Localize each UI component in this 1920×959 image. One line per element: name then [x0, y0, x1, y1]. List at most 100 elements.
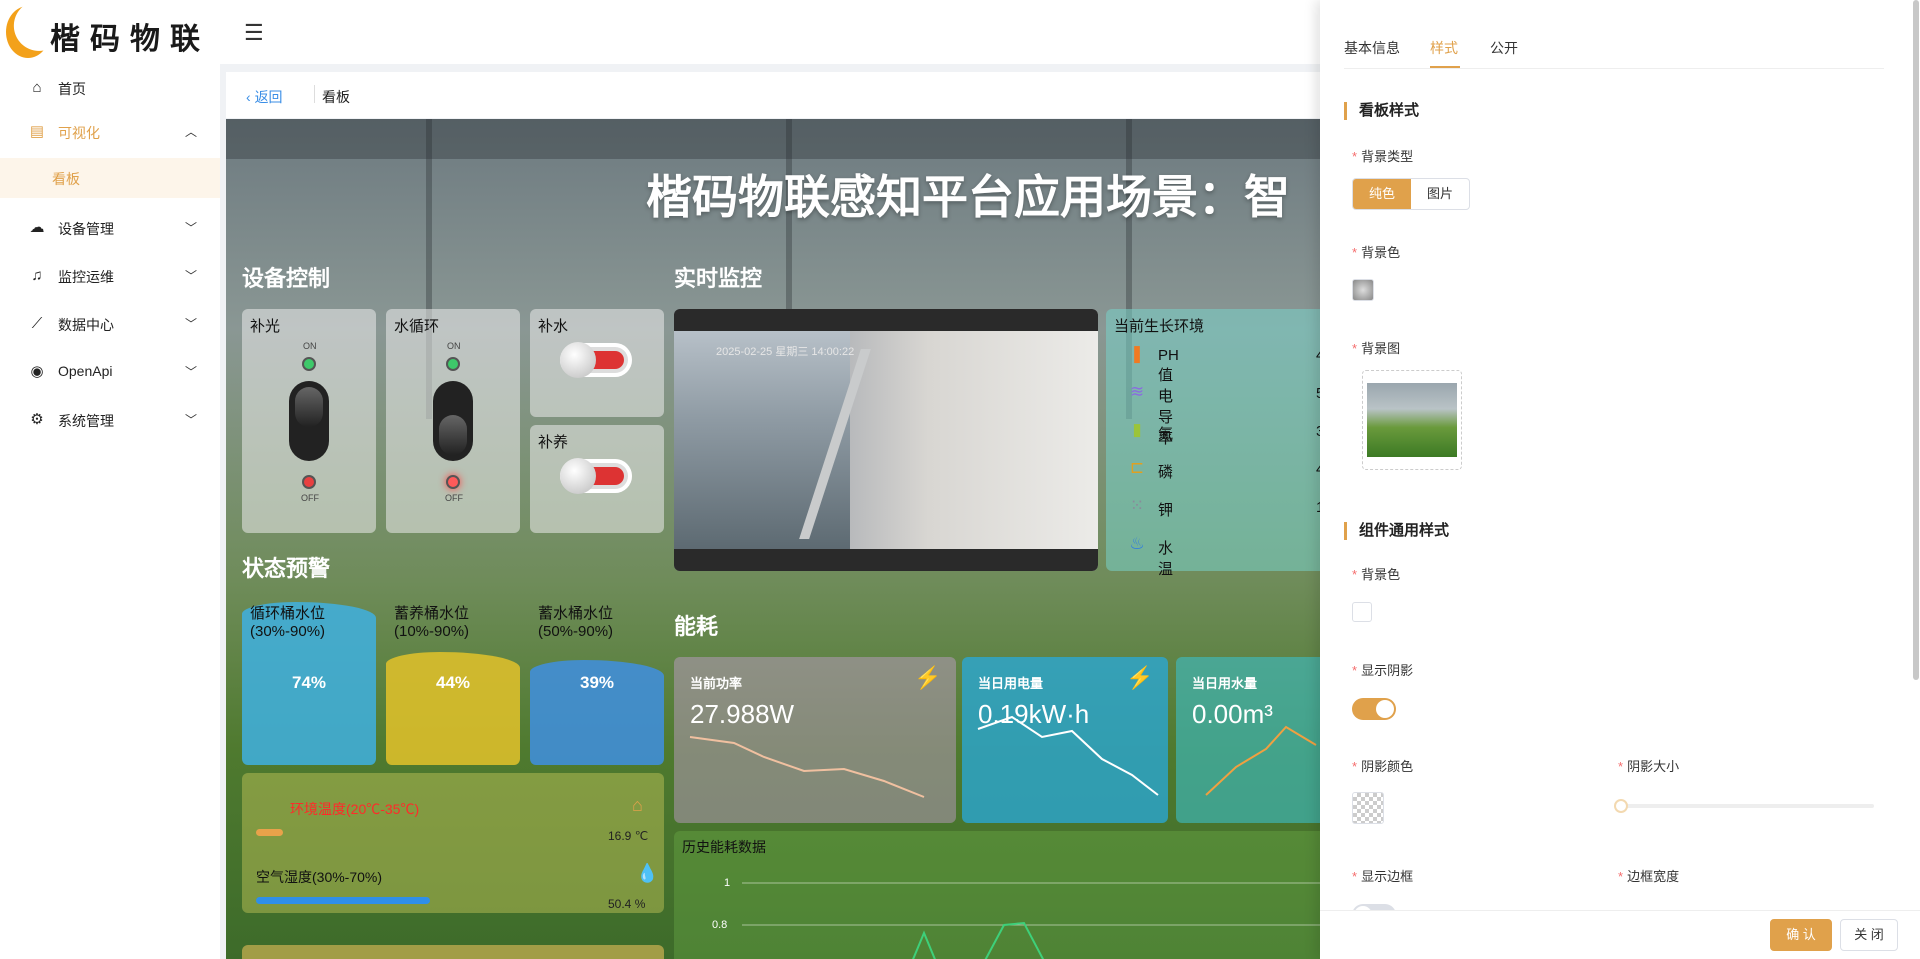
- dashboard-icon: ▤: [29, 123, 45, 140]
- drawer-scrollbar[interactable]: [1913, 0, 1919, 680]
- required-mark: *: [1618, 759, 1624, 774]
- conductivity-icon: ≋: [1129, 382, 1145, 401]
- confirm-button[interactable]: 确 认: [1770, 919, 1832, 951]
- sidebar-item-visualization[interactable]: ▤ 可视化 ︿: [0, 112, 220, 152]
- chevron-down-icon: ﹀: [185, 221, 198, 235]
- off-label: OFF: [301, 493, 319, 503]
- toggle-card-water: 补水: [530, 309, 664, 417]
- tank-label-name: 蓄水桶水位: [538, 605, 614, 622]
- chevron-down-icon: ﹀: [185, 365, 198, 379]
- off-indicator-led: [446, 475, 460, 489]
- shadow-color-picker[interactable]: [1352, 792, 1384, 824]
- energy-card-water: 当日用水量 0.00m³: [1176, 657, 1326, 823]
- water-toggle[interactable]: [560, 342, 632, 378]
- field-label-text: 显示边框: [1361, 869, 1414, 884]
- menu-toggle-icon[interactable]: ☰: [244, 20, 264, 46]
- api-icon: ◉: [30, 363, 44, 380]
- nutrient-toggle[interactable]: [560, 458, 632, 494]
- nitrogen-icon: ▮: [1132, 420, 1142, 439]
- field-label-text: 背景图: [1361, 341, 1401, 356]
- required-mark: *: [1352, 663, 1358, 678]
- status-alert-heading: 状态预警: [242, 556, 331, 581]
- board-style-section-title: 看板样式: [1344, 102, 1419, 120]
- bg-type-solid-option[interactable]: 纯色: [1353, 179, 1411, 209]
- device-control-heading: 设备控制: [242, 266, 331, 291]
- tank-label: 蓄水桶水位 (50%-90%): [538, 605, 613, 641]
- tab-style[interactable]: 样式: [1430, 38, 1458, 58]
- env-name: 氮: [1158, 426, 1174, 443]
- tank-label-name: 循环桶水位: [250, 605, 326, 622]
- humidity-label: 空气湿度(30%-70%): [256, 869, 383, 885]
- sidebar-item-data-center[interactable]: ⟋ 数据中心 ﹀: [0, 304, 220, 344]
- switch-knob: [439, 415, 467, 455]
- tab-divider: [1344, 68, 1884, 69]
- show-shadow-label: * 显示阴影: [1352, 660, 1413, 679]
- chevron-down-icon: ﹀: [185, 317, 198, 331]
- cloud-device-icon: ☁: [29, 219, 45, 236]
- env-name: 水温: [1158, 540, 1174, 578]
- switch-card-circulation: 水循环 ON OFF: [386, 309, 520, 533]
- sidebar-item-openapi[interactable]: ◉ OpenApi ﹀: [0, 352, 220, 392]
- sidebar-item-system[interactable]: ⚙ 系统管理 ﹀: [0, 400, 220, 440]
- back-link[interactable]: ‹ 返回: [246, 87, 283, 107]
- tank-card: 循环桶水位 (30%-90%) 74%: [242, 599, 376, 765]
- energy-card-electricity: 当日用电量 0.19kW·h ⚡: [962, 657, 1168, 823]
- water-sparkline: [1205, 725, 1317, 796]
- temperature-label: 环境温度(20℃-35℃): [290, 801, 420, 817]
- tab-public[interactable]: 公开: [1490, 38, 1518, 58]
- tab-basic-info[interactable]: 基本信息: [1344, 38, 1400, 58]
- slider-handle[interactable]: [1614, 799, 1628, 813]
- sidebar-item-label: 设备管理: [58, 221, 114, 237]
- bg-image-thumbnail: [1367, 383, 1457, 457]
- sidebar-item-device-management[interactable]: ☁ 设备管理 ﹀: [0, 208, 220, 248]
- camera-feed[interactable]: 2025-02-25 星期三 14:00:22: [674, 309, 1098, 571]
- close-button[interactable]: 关 闭: [1840, 919, 1898, 951]
- shadow-size-slider[interactable]: [1614, 799, 1874, 813]
- dashboard-canvas: 楷码物联感知平台应用场景：智 设备控制 补光 ON OFF 水循环 ON OFF…: [226, 119, 1326, 959]
- tank-label-range: (30%-90%): [250, 623, 326, 640]
- light-toggle-switch[interactable]: [289, 381, 329, 461]
- tank-percent: 44%: [435, 673, 471, 692]
- chevron-down-icon: ﹀: [185, 413, 198, 427]
- chevron-up-icon: ︿: [185, 125, 198, 139]
- field-label-text: 背景色: [1361, 245, 1401, 260]
- bg-color-picker[interactable]: [1352, 279, 1374, 301]
- toggle-card-nutrient: 补养: [530, 425, 664, 533]
- tank-card: 蓄水桶水位 (50%-90%) 39%: [530, 599, 664, 765]
- tank-label: 循环桶水位 (30%-90%): [250, 605, 325, 641]
- electricity-sparkline: [977, 715, 1159, 796]
- tank-label: 蓄养桶水位 (10%-90%): [394, 605, 469, 641]
- on-indicator-led: [446, 357, 460, 371]
- show-shadow-toggle[interactable]: [1352, 698, 1396, 720]
- tank-label-range: (10%-90%): [394, 623, 470, 640]
- shadow-color-label: * 阴影颜色: [1352, 756, 1413, 775]
- field-label-text: 显示阴影: [1361, 663, 1414, 678]
- breadcrumb-divider: [314, 85, 315, 103]
- field-label-text: 边框宽度: [1627, 869, 1680, 884]
- water-temp-icon: ♨: [1129, 534, 1145, 553]
- bg-image-upload[interactable]: [1362, 370, 1462, 470]
- sidebar-item-home[interactable]: ⌂ 首页: [0, 68, 220, 108]
- bg-image-label: * 背景图: [1352, 338, 1400, 357]
- brand-logo: 楷码物联: [0, 0, 220, 64]
- breadcrumb: ‹ 返回 看板: [226, 72, 1346, 118]
- extra-card: [242, 945, 664, 959]
- brand-name: 楷码物联: [50, 23, 210, 56]
- sidebar-item-label: 可视化: [58, 125, 100, 141]
- sidebar-item-monitoring[interactable]: ♫ 监控运维 ﹀: [0, 256, 220, 296]
- temperature-value: 16.9 ℃: [608, 829, 649, 843]
- chevron-down-icon: ﹀: [185, 269, 198, 283]
- circulation-toggle-switch[interactable]: [433, 381, 473, 461]
- field-label-text: 背景类型: [1361, 149, 1414, 164]
- bg-type-image-option[interactable]: 图片: [1411, 179, 1469, 209]
- water-drop-icon: 💧: [636, 863, 659, 883]
- sidebar-item-board[interactable]: 看板: [0, 158, 220, 198]
- bg-type-segmented: 纯色 图片: [1352, 178, 1470, 210]
- toggle-knob: [560, 458, 596, 494]
- line-chart-icon: ⟋: [31, 315, 43, 332]
- sidebar-item-label: OpenApi: [58, 363, 113, 379]
- field-label-text: 阴影颜色: [1361, 759, 1414, 774]
- component-bg-color-picker[interactable]: [1352, 602, 1372, 622]
- tank-label-range: (50%-90%): [538, 623, 614, 640]
- on-label: ON: [447, 341, 461, 351]
